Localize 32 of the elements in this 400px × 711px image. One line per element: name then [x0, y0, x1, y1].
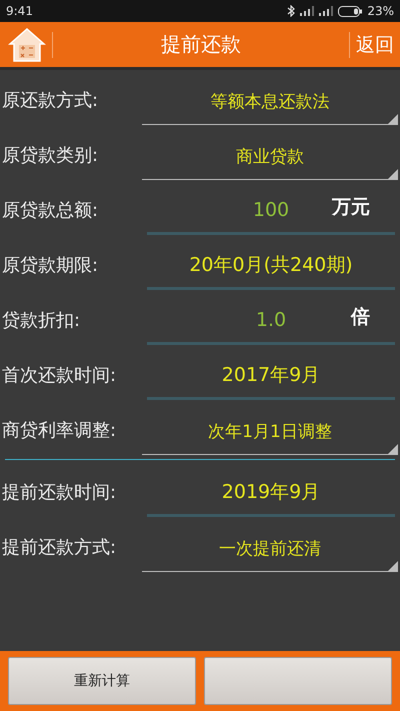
field-label: 提前还款时间: — [1, 480, 118, 504]
field-label: 首次还款时间: — [1, 364, 118, 386]
screen-title: 提前还款 — [160, 31, 242, 58]
field-label: 提前还款方式: — [1, 536, 118, 558]
bluetooth-icon — [287, 5, 296, 17]
field-label: 原贷款总额: — [1, 198, 100, 222]
recalculate-button[interactable]: 重新计算 — [8, 657, 196, 705]
field-label: 商贷利率调整: — [1, 418, 118, 442]
dropdown[interactable]: 一次提前还清 — [142, 526, 398, 572]
unit-label: 倍 — [351, 305, 370, 330]
field-label: 贷款折扣: — [1, 308, 82, 332]
dropdown-corner-icon — [388, 114, 398, 124]
field-label: 原贷款期限: — [1, 254, 100, 276]
field-label: 原还款方式: — [1, 88, 100, 112]
unit-label: 万元 — [332, 195, 370, 220]
signal-icon — [300, 6, 314, 16]
status-time: 9:41 — [6, 4, 33, 18]
signal-icon — [319, 6, 334, 16]
dropdown-corner-icon — [388, 444, 398, 454]
field-label: 原贷款类别: — [1, 144, 100, 166]
date-picker-field[interactable]: 2019年9月 — [147, 470, 395, 516]
dropdown[interactable]: 商业贷款 — [142, 134, 398, 180]
date-picker-field[interactable]: 2017年9月 — [147, 354, 395, 400]
dropdown[interactable]: 等额本息还款法 — [142, 78, 398, 124]
dropdown-corner-icon — [388, 168, 398, 178]
house-calculator-icon[interactable] — [8, 26, 46, 62]
battery-percent: 23% — [367, 4, 394, 18]
dropdown[interactable]: 次年1月1日调整 — [142, 408, 398, 454]
date-picker-field[interactable]: 20年0月(共240期) — [147, 244, 395, 290]
blank-button[interactable] — [204, 657, 392, 705]
dropdown-corner-icon — [388, 560, 398, 570]
battery-icon — [338, 6, 362, 16]
